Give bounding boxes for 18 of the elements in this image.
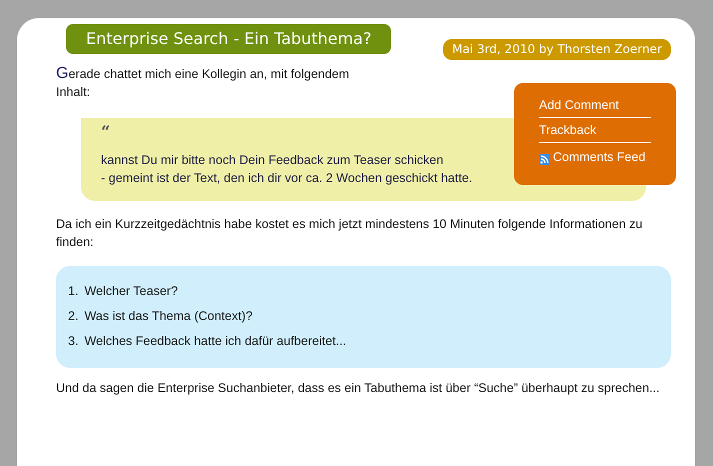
rss-icon	[539, 154, 550, 165]
list-number: 1.	[68, 283, 78, 300]
quote-line: kannst Du mir bitte noch Dein Feedback zum Teaser schicken	[101, 152, 444, 169]
list-number: 2.	[68, 308, 78, 325]
intro-text: Gerade chattet mich eine Kollegin an, mit folgendem Inhalt:	[56, 65, 350, 101]
post-date-author: Mai 3rd, 2010 by Thorsten Zoerner	[443, 39, 671, 60]
post-title: Enterprise Search - Ein Tabuthema?	[66, 24, 392, 54]
sidebar-link[interactable]: Trackback	[539, 118, 651, 143]
quote-line: - gemeint ist der Text, den ich dir vor ca. 2 Wochen geschickt hatte.	[101, 170, 472, 187]
list-number: 3.	[68, 333, 78, 350]
list-item-text: Welches Feedback hatte ich dafür aufbereitet...	[84, 333, 346, 350]
list-item-text: Was ist das Thema (Context)?	[84, 308, 253, 325]
sidebar-link[interactable]: Add Comment	[539, 93, 651, 118]
list-item-text: Welcher Teaser?	[84, 283, 178, 300]
body-paragraph: Da ich ein Kurzzeitgedächtnis habe kostet es mich jetzt mindestens 10 Minuten folgende Informationen zu finden:	[56, 216, 644, 251]
closing-paragraph: Und da sagen die Enterprise Suchanbieter, dass es ein Tabuthema ist über “Suche” überhaupt zu sprechen...	[56, 380, 661, 397]
quote-mark: “	[101, 125, 110, 139]
feed-link[interactable]: Comments Feed	[539, 143, 651, 170]
